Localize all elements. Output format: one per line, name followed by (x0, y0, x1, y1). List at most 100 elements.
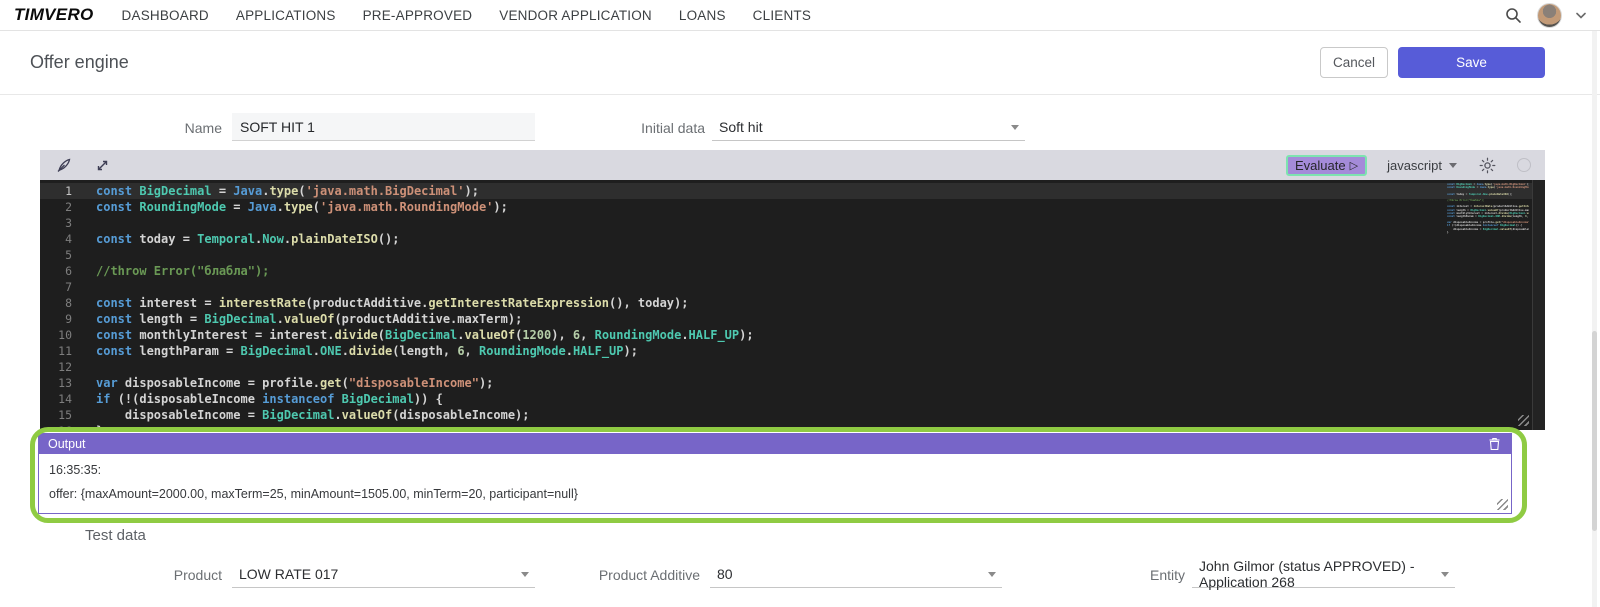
theme-sun-icon[interactable] (1477, 155, 1497, 175)
output-body: 16:35:35: offer: {maxAmount=2000.00, max… (38, 454, 1512, 514)
line-number: 12 (40, 359, 72, 375)
triangle-down-icon (521, 572, 529, 577)
minimap-line: const lengthParam = BigDecimal.ONE.divid… (1447, 215, 1529, 218)
info-circle-icon[interactable] (1517, 158, 1531, 172)
minimap-line: } (1447, 231, 1529, 234)
output-panel: Output 16:35:35: offer: {maxAmount=2000.… (38, 433, 1512, 514)
line-number: 10 (40, 327, 72, 343)
code-line[interactable]: 16} (40, 423, 1545, 430)
language-value: javascript (1387, 158, 1442, 173)
editor-toolbar-right: Evaluate ▷ javascript (1286, 155, 1531, 176)
initial-data-value: Soft hit (719, 119, 763, 135)
code-line[interactable]: 3 (40, 215, 1545, 231)
editor-toolbar: Evaluate ▷ javascript (40, 150, 1545, 180)
line-number: 1 (40, 183, 72, 199)
top-navbar: TIMVERO DASHBOARD APPLICATIONS PRE-APPROVE… (0, 0, 1600, 31)
page-scrollbar[interactable] (1592, 31, 1597, 607)
test-data-title: Test data (85, 527, 146, 544)
line-number: 15 (40, 407, 72, 423)
code-line[interactable]: 13var disposableIncome = profile.get("di… (40, 375, 1545, 391)
product-value: LOW RATE 017 (239, 566, 338, 582)
entity-label: Entity (1117, 567, 1185, 583)
code-line[interactable]: 12 (40, 359, 1545, 375)
code-line[interactable]: 7 (40, 279, 1545, 295)
line-number: 8 (40, 295, 72, 311)
cancel-button[interactable]: Cancel (1320, 47, 1388, 78)
language-select[interactable]: javascript (1387, 158, 1457, 173)
name-label: Name (120, 120, 222, 136)
line-number: 14 (40, 391, 72, 407)
product-additive-select[interactable]: 80 (710, 560, 1002, 588)
editor-resize-handle[interactable] (1518, 415, 1529, 426)
offer-engine-page: TIMVERO DASHBOARD APPLICATIONS PRE-APPROVE… (0, 0, 1600, 607)
evaluate-button[interactable]: Evaluate ▷ (1286, 155, 1367, 176)
name-input[interactable] (232, 113, 535, 141)
line-number: 6 (40, 263, 72, 279)
line-number: 11 (40, 343, 72, 359)
line-number: 7 (40, 279, 72, 295)
line-number: 2 (40, 199, 72, 215)
code-line[interactable]: 10const monthlyInterest = interest.divid… (40, 327, 1545, 343)
product-additive-value: 80 (717, 566, 733, 582)
code-line[interactable]: 4const today = Temporal.Now.plainDateISO… (40, 231, 1545, 247)
expand-icon[interactable] (92, 155, 112, 175)
entity-select[interactable]: John Gilmor (status APPROVED) - Applicat… (1192, 560, 1455, 588)
initial-data-label: Initial data (600, 120, 705, 136)
page-scrollbar-thumb[interactable] (1592, 331, 1597, 531)
play-icon: ▷ (1350, 159, 1358, 172)
product-select[interactable]: LOW RATE 017 (232, 560, 535, 588)
code-line[interactable]: 6//throw Error("блабла"); (40, 263, 1545, 279)
nav-item-dashboard[interactable]: DASHBOARD (122, 8, 209, 23)
evaluate-label: Evaluate (1295, 158, 1346, 173)
output-resize-handle[interactable] (1497, 499, 1508, 510)
line-number: 3 (40, 215, 72, 231)
trash-icon[interactable] (1488, 437, 1502, 451)
nav-item-loans[interactable]: LOANS (679, 8, 726, 23)
line-number: 9 (40, 311, 72, 327)
code-line[interactable]: 9const length = BigDecimal.valueOf(produ… (40, 311, 1545, 327)
nav-item-pre-approved[interactable]: PRE-APPROVED (363, 8, 473, 23)
app-logo[interactable]: TIMVERO (14, 5, 94, 25)
nav-item-applications[interactable]: APPLICATIONS (236, 8, 336, 23)
minimap-line: disposableIncome = BigDecimal.valueOf(di… (1447, 228, 1529, 231)
output-header: Output (38, 433, 1512, 454)
feather-pen-icon[interactable] (54, 155, 74, 175)
code-line[interactable]: 5 (40, 247, 1545, 263)
nav-item-clients[interactable]: CLIENTS (753, 8, 811, 23)
page-header: Offer engine Cancel Save (0, 31, 1600, 95)
code-line[interactable]: 11const lengthParam = BigDecimal.ONE.div… (40, 343, 1545, 359)
line-number: 13 (40, 375, 72, 391)
code-line[interactable]: 8const interest = interestRate(productAd… (40, 295, 1545, 311)
minimap-line: const RoundingMode = Java.type('java.mat… (1447, 186, 1529, 189)
code-text-area[interactable]: 1 const BigDecimal = Java.type('java.math… (40, 180, 1545, 430)
user-menu-chevron-icon[interactable] (1576, 10, 1586, 20)
output-result: offer: {maxAmount=2000.00, maxTerm=25, m… (49, 487, 1501, 501)
save-button[interactable]: Save (1398, 47, 1545, 78)
entity-value: John Gilmor (status APPROVED) - Applicat… (1199, 558, 1433, 590)
initial-data-select[interactable]: Soft hit (712, 113, 1025, 141)
code-line[interactable]: 14if (!(disposableIncome instanceof BigD… (40, 391, 1545, 407)
code-line[interactable]: 2const RoundingMode = Java.type('java.ma… (40, 199, 1545, 215)
main-nav: DASHBOARD APPLICATIONS PRE-APPROVED VENDOR … (122, 8, 812, 23)
code-editor: Evaluate ▷ javascript 1 const BigDecimal … (40, 150, 1545, 430)
code-line[interactable]: 15 disposableIncome = BigDecimal.valueOf… (40, 407, 1545, 423)
line-number: 4 (40, 231, 72, 247)
user-avatar[interactable] (1537, 3, 1562, 28)
output-timestamp: 16:35:35: (49, 463, 1501, 477)
code-line[interactable]: 1const BigDecimal = Java.type('java.math… (40, 183, 1545, 199)
triangle-down-icon (1011, 125, 1019, 130)
line-number: 5 (40, 247, 72, 263)
line-number: 16 (40, 423, 72, 430)
nav-item-vendor-application[interactable]: VENDOR APPLICATION (499, 8, 652, 23)
search-icon[interactable] (1503, 5, 1523, 25)
product-label: Product (120, 567, 222, 583)
triangle-down-icon (1441, 572, 1449, 577)
product-additive-label: Product Additive (598, 567, 700, 583)
editor-scrollbar[interactable] (1532, 180, 1545, 430)
triangle-down-icon (988, 572, 996, 577)
editor-minimap[interactable]: const BigDecimal = Java.type('java.math.… (1447, 183, 1529, 303)
page-title: Offer engine (30, 52, 129, 73)
chevron-down-icon (1449, 163, 1457, 168)
navbar-right (1503, 3, 1586, 28)
output-title: Output (48, 437, 86, 451)
